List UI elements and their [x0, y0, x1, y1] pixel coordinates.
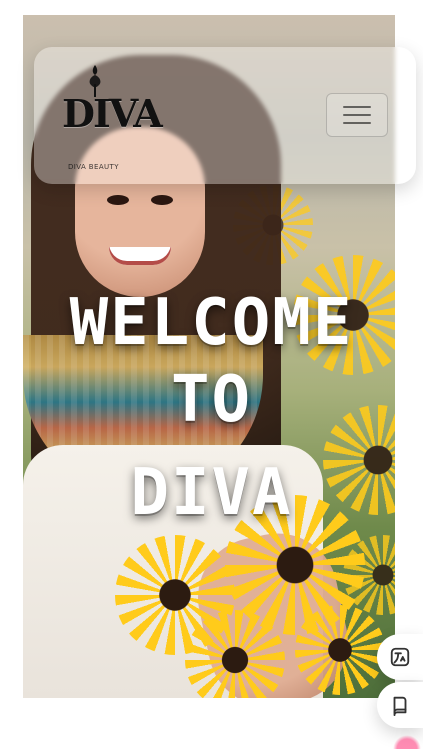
menu-icon — [343, 106, 371, 124]
translate-floating-button[interactable] — [377, 634, 423, 680]
reader-icon — [393, 696, 407, 716]
brand-logo-subtext: DIVA BEAUTY — [68, 163, 119, 171]
brand-logo[interactable]: DIVA DIVA BEAUTY — [62, 57, 163, 172]
hero-title: WELCOME TO DIVA — [0, 286, 423, 543]
smile-shape — [109, 247, 171, 265]
sunflower-decoration — [295, 605, 385, 695]
translate-icon — [390, 647, 410, 667]
top-header-card: DIVA DIVA BEAUTY — [34, 47, 416, 184]
bottom-floating-indicator — [393, 735, 421, 749]
reader-floating-button[interactable] — [377, 682, 423, 728]
eye-shape — [107, 195, 129, 205]
brand-logo-text: DIVA — [62, 91, 163, 136]
hero-title-line-3: DIVA — [130, 455, 293, 530]
hero-title-line-2: TO — [170, 363, 253, 438]
hero-title-line-1: WELCOME — [69, 286, 354, 360]
menu-button[interactable] — [326, 93, 388, 137]
eye-shape — [151, 195, 173, 205]
